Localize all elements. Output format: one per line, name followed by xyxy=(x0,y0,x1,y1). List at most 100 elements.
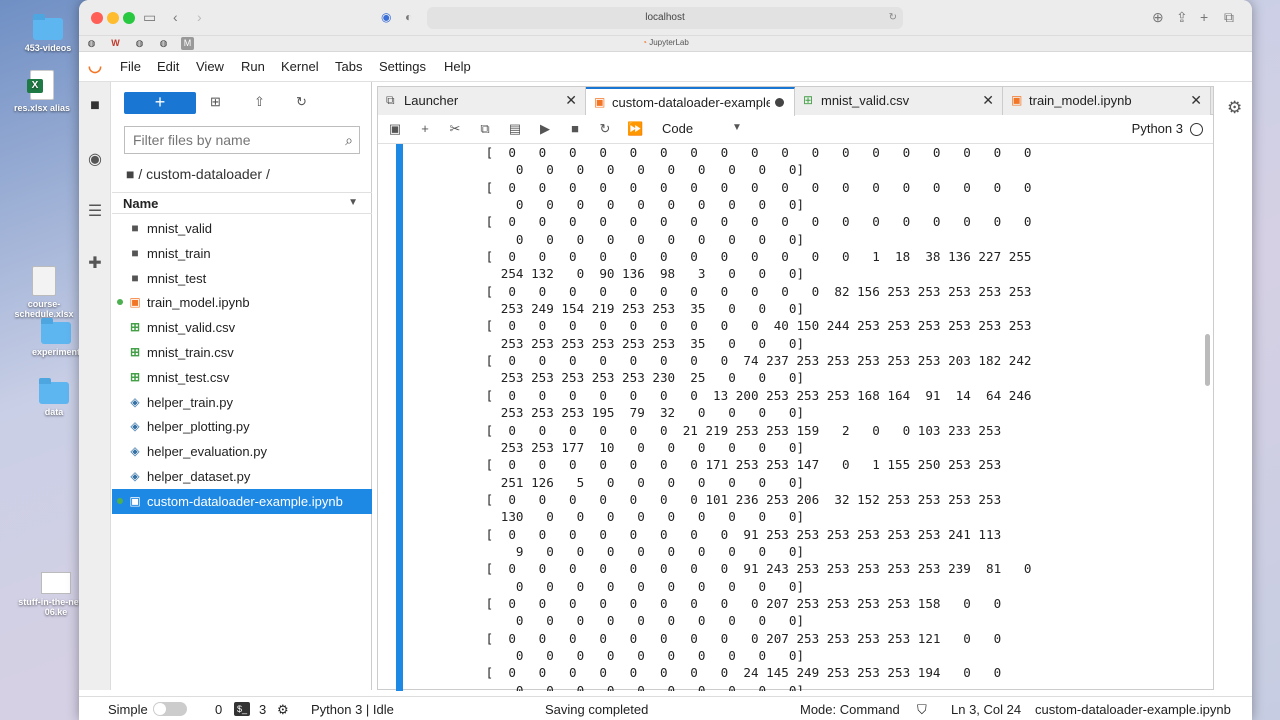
tab-train-model[interactable]: ▣ train_model.ipynb ✕ xyxy=(1003,87,1211,115)
menu-file[interactable]: File xyxy=(120,59,141,74)
address-bar[interactable]: localhost ↻ xyxy=(427,7,903,29)
chevron-down-icon: ▼ xyxy=(732,122,742,133)
cut-icon[interactable]: ✂ xyxy=(447,121,463,137)
file-row[interactable]: ⊞ mnist_valid.csv xyxy=(112,315,372,340)
new-folder-icon[interactable]: ⊞ xyxy=(210,94,221,110)
menu-kernel[interactable]: Kernel xyxy=(281,59,319,74)
new-launcher-button[interactable]: + xyxy=(124,92,196,114)
notebook-icon: ▣ xyxy=(129,493,141,508)
tab-overview-icon[interactable]: ⧉ xyxy=(1224,9,1234,26)
close-tab-icon[interactable]: ✕ xyxy=(982,92,994,109)
cell-type-select[interactable]: Code ▼ xyxy=(662,121,742,136)
insert-cell-icon[interactable]: + xyxy=(417,121,433,136)
kernel-name[interactable]: Python 3 xyxy=(1132,121,1183,136)
sidebar-toggle-icon[interactable]: ▭ xyxy=(143,9,156,26)
output-line: 0 0 0 0 0 0 0 0 0 0] xyxy=(478,162,805,178)
file-row[interactable]: ◈ helper_dataset.py xyxy=(112,464,372,489)
menu-run[interactable]: Run xyxy=(241,59,265,74)
file-name: mnist_test.csv xyxy=(147,369,230,385)
unsaved-changes-indicator[interactable] xyxy=(775,98,784,107)
file-name: helper_dataset.py xyxy=(147,468,251,484)
file-name: custom-dataloader-example.ipynb xyxy=(147,493,343,509)
tab-mnist-valid-csv[interactable]: ⊞ mnist_valid.csv ✕ xyxy=(795,87,1003,115)
forward-icon[interactable]: › xyxy=(197,9,202,25)
output-line: [ 0 0 0 0 0 0 0 171 253 253 147 0 1 155 … xyxy=(478,457,1002,473)
column-name-label: Name xyxy=(123,196,159,211)
desktop-file-course-schedule[interactable]: course-schedule.xlsx xyxy=(6,266,82,319)
back-icon[interactable]: ‹ xyxy=(173,9,178,25)
menu-settings[interactable]: Settings xyxy=(379,59,426,74)
running-sessions-icon[interactable]: ◉ xyxy=(85,150,105,170)
output-line: 253 253 253 253 253 230 25 0 0 0] xyxy=(478,370,805,386)
new-tab-icon[interactable]: + xyxy=(1200,9,1208,25)
close-window-button[interactable] xyxy=(91,12,103,24)
folder-icon[interactable]: ■ xyxy=(126,166,134,182)
upload-icon[interactable]: ⇧ xyxy=(254,94,265,110)
trusted-shield-icon[interactable]: ⛉ xyxy=(917,702,927,718)
output-line: 9 0 0 0 0 0 0 0 0 0] xyxy=(478,543,805,559)
file-row[interactable]: ■ mnist_train xyxy=(112,241,372,266)
file-row[interactable]: ◈ helper_evaluation.py xyxy=(112,439,372,464)
kernels-count[interactable]: 3 xyxy=(259,702,266,717)
folder-icon[interactable]: ■ xyxy=(85,96,105,116)
breadcrumb-path[interactable]: / custom-dataloader / xyxy=(138,166,270,182)
close-tab-icon[interactable]: ✕ xyxy=(565,92,577,109)
notebook-icon: ▣ xyxy=(594,95,606,109)
file-row[interactable]: ■ mnist_valid xyxy=(112,216,372,241)
property-inspector-gear-icon[interactable]: ⚙ xyxy=(1227,98,1242,118)
paste-icon[interactable]: ▤ xyxy=(507,121,523,137)
extensions-puzzle-icon[interactable]: ✚ xyxy=(85,254,105,274)
menu-edit[interactable]: Edit xyxy=(157,59,179,74)
menu-tabs[interactable]: Tabs xyxy=(335,59,362,74)
share-icon[interactable]: ⇪ xyxy=(1176,9,1188,26)
menu-help[interactable]: Help xyxy=(444,59,471,74)
folder-icon: ■ xyxy=(131,270,139,285)
run-icon[interactable]: ▶ xyxy=(537,121,553,137)
file-row[interactable]: ■ mnist_test xyxy=(112,266,372,291)
tab-custom-dataloader-example[interactable]: ▣ custom-dataloader-example.ipynb xyxy=(586,87,795,116)
downloads-icon[interactable]: ⊕ xyxy=(1152,9,1164,26)
jupyter-logo-icon: ◡ xyxy=(88,58,102,75)
table-of-contents-icon[interactable]: ☰ xyxy=(85,202,105,222)
save-icon[interactable]: ▣ xyxy=(387,121,403,137)
file-list-header[interactable]: Name ▼ xyxy=(112,192,372,214)
password-manager-icon[interactable]: ◉ xyxy=(381,10,391,24)
browser-tab-caption[interactable]: ◔ JupyterLab xyxy=(79,38,1252,47)
simple-mode-toggle[interactable] xyxy=(153,702,187,716)
copy-icon[interactable]: ⧉ xyxy=(477,121,493,137)
desktop-file-res-xlsx[interactable]: X res.xlsx alias xyxy=(4,70,80,113)
file-row[interactable]: ▣ train_model.ipynb xyxy=(112,290,372,315)
file-row[interactable]: ◈ helper_plotting.py xyxy=(112,414,372,439)
terminal-icon: $_ xyxy=(234,702,250,716)
output-line: [ 0 0 0 0 0 0 0 0 0 207 253 253 253 253 … xyxy=(478,595,1002,611)
main-dock-panel: ⧉ Launcher ✕ ▣ custom-dataloader-example… xyxy=(377,86,1214,691)
file-row[interactable]: ◈ helper_train.py xyxy=(112,390,372,415)
refresh-icon[interactable]: ↻ xyxy=(296,94,307,110)
cursor-position[interactable]: Ln 3, Col 24 xyxy=(951,702,1021,717)
file-row[interactable]: ⊞ mnist_train.csv xyxy=(112,340,372,365)
terminals-count[interactable]: 0 xyxy=(215,702,222,717)
file-row-selected[interactable]: ▣ custom-dataloader-example.ipynb xyxy=(112,488,372,514)
close-tab-icon[interactable]: ✕ xyxy=(1190,92,1202,109)
tab-launcher[interactable]: ⧉ Launcher ✕ xyxy=(378,87,586,115)
file-name: mnist_valid xyxy=(147,221,213,236)
kernel-status[interactable]: Python 3 | Idle xyxy=(311,702,394,717)
filter-files-input[interactable] xyxy=(125,127,325,153)
scrollbar-thumb[interactable] xyxy=(1205,334,1210,386)
restart-run-all-icon[interactable]: ⏩ xyxy=(627,121,643,137)
maximize-window-button[interactable] xyxy=(123,12,135,24)
menu-view[interactable]: View xyxy=(196,59,224,74)
output-line: 0 0 0 0 0 0 0 0 0 0] xyxy=(478,613,805,629)
restart-icon[interactable]: ↻ xyxy=(597,121,613,137)
desktop-icon-label: res.xlsx alias xyxy=(13,103,71,113)
reload-icon[interactable]: ↻ xyxy=(889,7,897,29)
stop-icon[interactable]: ■ xyxy=(567,121,583,136)
desktop-folder-453-videos[interactable]: 453-videos xyxy=(10,14,86,53)
browser-tab-title: JupyterLab xyxy=(649,38,689,47)
privacy-shield-icon[interactable]: ◐ xyxy=(405,10,412,24)
minimize-window-button[interactable] xyxy=(107,12,119,24)
active-cell-indicator[interactable] xyxy=(396,144,403,691)
desktop-icon-label: experiment xyxy=(31,347,81,357)
spreadsheet-file-icon xyxy=(32,266,56,296)
file-row[interactable]: ⊞ mnist_test.csv xyxy=(112,365,372,390)
